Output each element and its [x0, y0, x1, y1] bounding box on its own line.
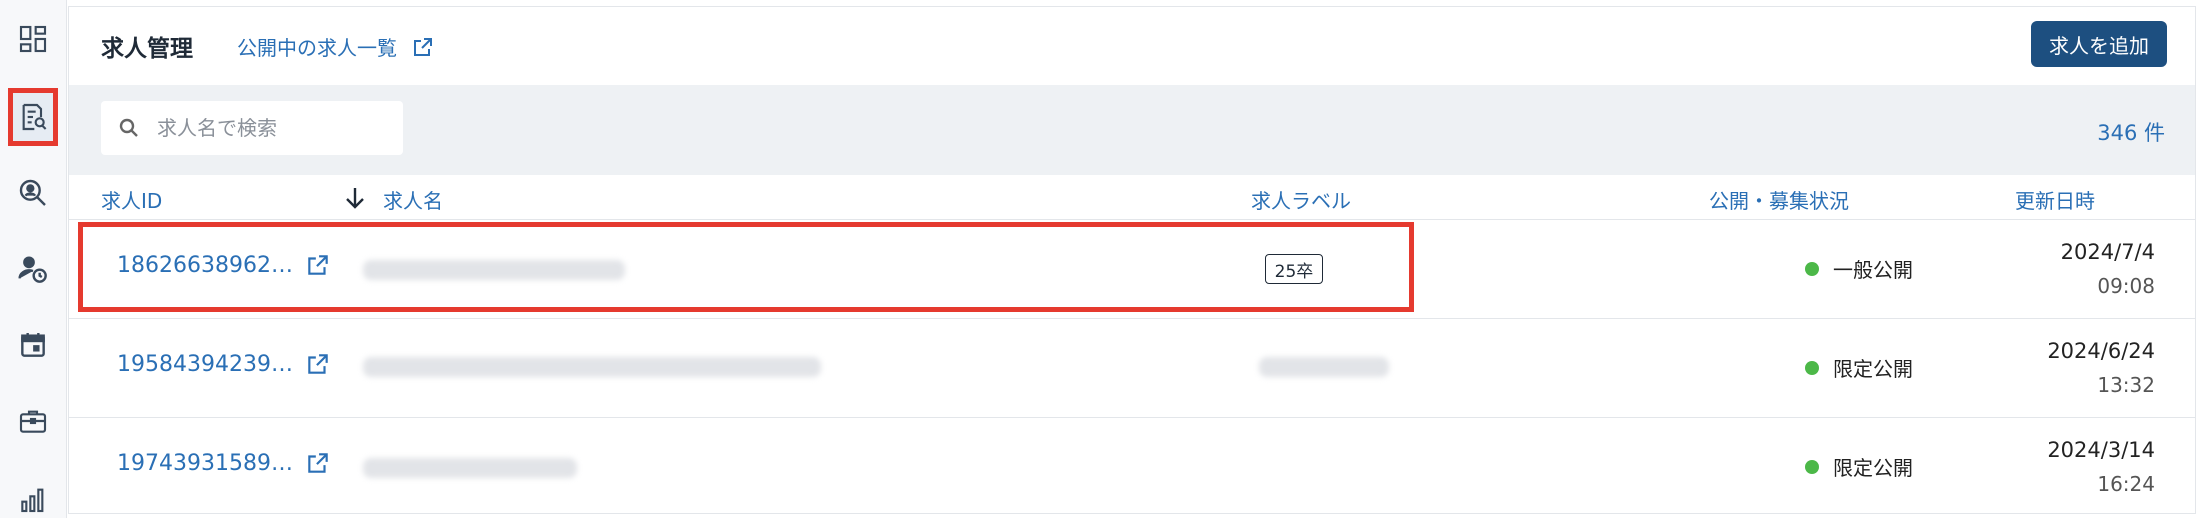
page-header: 求人管理 公開中の求人一覧 求人を追加: [69, 7, 2195, 85]
external-link-icon[interactable]: [305, 252, 331, 278]
column-header-label[interactable]: 求人ラベル: [1251, 185, 1351, 214]
updated-date: 2024/7/4: [2060, 240, 2155, 264]
person-search-icon: [19, 179, 46, 206]
table-row[interactable]: 18626638962… 25卒 一般公開 2024/7/4 09:08: [69, 220, 2195, 319]
updated-date: 2024/6/24: [2047, 339, 2155, 363]
job-id-link[interactable]: 19584394239…: [117, 352, 293, 377]
job-search-icon: [22, 103, 47, 131]
external-link-icon[interactable]: [305, 351, 331, 377]
sort-desc-icon[interactable]: [343, 185, 367, 211]
person-clock-icon: [18, 256, 47, 283]
status-dot: [1805, 459, 1819, 474]
status-dot: [1805, 360, 1819, 375]
sidebar-item-candidates[interactable]: [8, 168, 58, 218]
updated-date: 2024/3/14: [2047, 438, 2155, 462]
search-input[interactable]: [155, 115, 399, 141]
status-dot: [1805, 261, 1819, 276]
external-link-icon: [414, 37, 432, 56]
job-name-redacted[interactable]: [363, 357, 821, 377]
publish-status-label: 限定公開: [1833, 357, 1913, 381]
search-box[interactable]: [101, 101, 403, 155]
publish-status: 限定公開: [1805, 452, 1913, 481]
job-label-redacted: [1259, 357, 1389, 377]
external-link-icon[interactable]: [305, 450, 331, 476]
sidebar-item-calendar[interactable]: [8, 320, 58, 370]
search-toolbar: 346 件: [69, 85, 2195, 175]
briefcase-icon: [19, 410, 47, 433]
sidebar-item-company[interactable]: [8, 396, 58, 446]
publish-status: 限定公開: [1805, 353, 1913, 382]
publish-status-label: 限定公開: [1833, 456, 1913, 480]
column-header-id[interactable]: 求人ID: [101, 185, 162, 214]
job-name-redacted[interactable]: [363, 458, 577, 478]
table-row[interactable]: 19584394239… 限定公開 2024/6/24 13:32: [69, 319, 2195, 418]
publish-status: 一般公開: [1805, 254, 1913, 283]
job-name-redacted[interactable]: [363, 260, 625, 280]
sidebar-item-dashboard[interactable]: [8, 14, 58, 64]
table-header: 求人ID 求人名 求人ラベル 公開・募集状況 更新日時: [69, 175, 2195, 220]
table-row[interactable]: 19743931589… 限定公開 2024/3/14 16:24: [69, 418, 2195, 513]
column-header-status[interactable]: 公開・募集状況: [1709, 185, 1849, 214]
calendar-icon: [21, 333, 45, 357]
sidebar-item-schedule-people[interactable]: [8, 244, 58, 294]
publish-status-label: 一般公開: [1833, 258, 1913, 282]
job-id-link[interactable]: 18626638962…: [117, 253, 293, 278]
main-panel: 求人管理 公開中の求人一覧 求人を追加 346 件 求人ID 求人名 求人ラベル…: [68, 6, 2196, 514]
column-header-name[interactable]: 求人名: [383, 185, 443, 214]
page-title: 求人管理: [101, 36, 193, 62]
column-header-updated[interactable]: 更新日時: [2015, 185, 2095, 214]
result-count: 346 件: [2097, 121, 2165, 145]
sidebar-item-analytics[interactable]: [8, 474, 58, 524]
search-icon: [119, 118, 138, 137]
sidebar-item-jobs[interactable]: [8, 92, 58, 142]
updated-time: 09:08: [2097, 274, 2155, 298]
public-jobs-link-label: 公開中の求人一覧: [237, 36, 397, 60]
add-job-button[interactable]: 求人を追加: [2031, 21, 2167, 67]
sidebar: [0, 0, 67, 518]
updated-time: 16:24: [2097, 472, 2155, 496]
job-label-badge: 25卒: [1265, 254, 1323, 284]
updated-time: 13:32: [2097, 373, 2155, 397]
public-jobs-link[interactable]: 公開中の求人一覧: [237, 32, 435, 61]
dashboard-icon: [19, 25, 47, 53]
bar-chart-icon: [21, 488, 44, 513]
job-id-link[interactable]: 19743931589…: [117, 451, 293, 476]
